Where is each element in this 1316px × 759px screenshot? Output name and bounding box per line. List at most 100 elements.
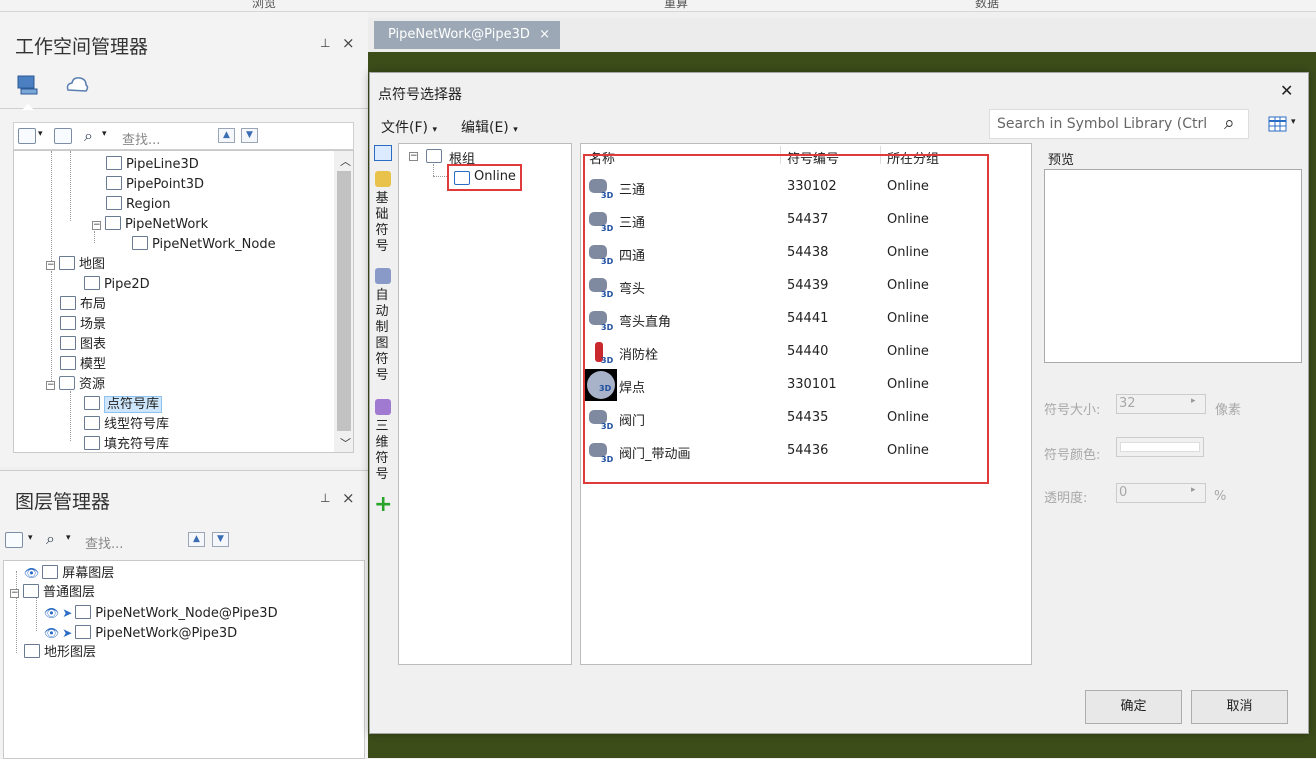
menu-edit[interactable]: 编辑(E) ▾ (461, 117, 518, 137)
layer-item[interactable]: 地形图层 (24, 643, 96, 663)
workspace-tab-icon[interactable] (16, 74, 40, 95)
collapse-icon[interactable]: − (46, 261, 55, 270)
size-spinner[interactable]: 32 ▸ (1116, 394, 1206, 414)
category-folder-icon[interactable] (374, 145, 392, 161)
ribbon-label-browse[interactable]: 浏览 (252, 0, 276, 11)
close-icon[interactable]: × (342, 34, 355, 52)
chevron-down-icon[interactable]: ▾ (66, 533, 71, 543)
column-name[interactable]: 名称 (589, 148, 615, 167)
tree-item[interactable]: 场景 (60, 315, 106, 335)
symbol-group: Online (887, 278, 929, 293)
layer-search-input[interactable]: 查找... (85, 533, 123, 552)
tab-basic-symbols[interactable]: 基础符号 (371, 191, 393, 255)
layer-item[interactable]: 👁 屏幕图层 (24, 563, 114, 583)
move-down-icon[interactable]: ▼ (241, 128, 258, 143)
symbol-row[interactable]: 3D 四通 54438 Online (581, 237, 1021, 270)
symbol-row[interactable]: 3D 弯头 54439 Online (581, 270, 1021, 303)
scroll-down-icon[interactable]: ﹀ (340, 435, 351, 451)
symbol-row[interactable]: 3D 消防栓 54440 Online (581, 336, 1021, 369)
move-up-icon[interactable]: ▲ (218, 128, 235, 143)
tree-item-label: 图表 (80, 337, 107, 352)
tree-item[interactable]: 点符号库 (84, 395, 163, 415)
tree-item[interactable]: − PipeNetWork (92, 215, 208, 235)
close-icon[interactable]: × (539, 21, 550, 49)
color-picker[interactable] (1116, 437, 1204, 457)
layer-item[interactable]: 👁 ➤ PipeNetWork_Node@Pipe3D (44, 603, 278, 623)
ok-button[interactable]: 确定 (1085, 690, 1182, 724)
move-up-icon[interactable]: ▲ (188, 532, 205, 547)
vertical-tab-label: 自动制图符号 (375, 288, 389, 383)
pin-icon[interactable]: ⊥ (320, 491, 330, 505)
column-code[interactable]: 符号编号 (787, 148, 839, 167)
online-group-item[interactable]: Online (447, 164, 522, 191)
tab-auto-mapping-symbols[interactable]: 自动制图符号 (371, 288, 393, 384)
scroll-up-icon[interactable]: ︿ (340, 153, 351, 169)
symbol-row[interactable]: 3D 阀门_带动画 54436 Online (581, 435, 1021, 468)
tree-item[interactable]: PipePoint3D (106, 175, 204, 195)
add-icon[interactable]: + (374, 494, 392, 516)
visibility-eye-icon[interactable]: 👁 (44, 606, 59, 620)
tree-item[interactable]: − 资源 (46, 375, 105, 395)
spinner-arrow-icon[interactable]: ▸ (1191, 396, 1196, 406)
tree-scrollbar[interactable]: ︿ ﹀ (334, 151, 353, 452)
symbol-row[interactable]: 3D 焊点 330101 Online (581, 369, 1021, 402)
spinner-arrow-icon[interactable]: ▸ (1191, 485, 1196, 495)
symbol-group-tree: − 根组 Online (398, 143, 572, 665)
visibility-eye-icon[interactable]: 👁 (44, 626, 59, 640)
menu-file[interactable]: 文件(F) ▾ (381, 117, 437, 137)
layer-icon (24, 644, 40, 658)
chevron-down-icon[interactable]: ▾ (38, 129, 43, 139)
cancel-button[interactable]: 取消 (1191, 690, 1288, 724)
visibility-eye-icon[interactable]: 👁 (24, 566, 39, 580)
search-icon[interactable]: ⌕ (46, 529, 55, 549)
grid-view-icon[interactable] (1268, 115, 1288, 133)
collapse-icon[interactable]: − (409, 152, 418, 161)
chevron-down-icon[interactable]: ▾ (28, 533, 33, 543)
symbol-row[interactable]: 3D 弯头直角 54441 Online (581, 303, 1021, 336)
tree-item[interactable]: 图表 (60, 335, 106, 355)
tree-item[interactable]: 布局 (60, 295, 106, 315)
column-group[interactable]: 所在分组 (887, 148, 939, 167)
layer-item[interactable]: − 普通图层 (10, 583, 95, 603)
tree-item[interactable]: PipeNetWork_Node (132, 235, 276, 255)
symbol-search-input[interactable]: Search in Symbol Library (Ctrl ⌕ (989, 109, 1249, 139)
tree-item-label: PipeNetWork_Node (152, 237, 276, 252)
chevron-down-icon[interactable]: ▾ (102, 129, 107, 139)
tree-item[interactable]: 线型符号库 (84, 415, 169, 435)
pin-icon[interactable]: ⊥ (320, 36, 330, 50)
layer-icon (23, 584, 39, 598)
move-down-icon[interactable]: ▼ (212, 532, 229, 547)
layer-item[interactable]: 👁 ➤ PipeNetWork@Pipe3D (44, 623, 237, 643)
symbol-row[interactable]: 3D 三通 54437 Online (581, 204, 1021, 237)
chevron-down-icon[interactable]: ▾ (1291, 117, 1296, 127)
close-icon[interactable]: × (342, 489, 355, 507)
tree-item[interactable]: Pipe2D (84, 275, 150, 295)
close-icon[interactable]: ✕ (1280, 81, 1293, 100)
collapse-icon[interactable]: − (46, 381, 55, 390)
view-icon[interactable] (18, 128, 36, 144)
tab-3d-symbols[interactable]: 三维符号 (371, 419, 393, 483)
search-icon[interactable]: ⌕ (1224, 112, 1235, 134)
tab-pipenetwork-map[interactable]: PipeNetWork@Pipe3D × (374, 21, 560, 49)
symbol-row[interactable]: 3D 阀门 54435 Online (581, 402, 1021, 435)
ribbon-label-data[interactable]: 数据 (975, 0, 999, 11)
auto-mapping-icon (375, 268, 391, 284)
workspace-search-input[interactable]: 查找... (122, 129, 160, 148)
tree-item[interactable]: 模型 (60, 355, 106, 375)
selectable-icon[interactable]: ➤ (62, 626, 72, 640)
ribbon-label-recalc[interactable]: 重算 (664, 0, 688, 11)
cloud-data-icon[interactable] (64, 74, 90, 94)
tree-item[interactable]: − 地图 (46, 255, 105, 275)
selectable-icon[interactable]: ➤ (62, 606, 72, 620)
tree-item[interactable]: Region (106, 195, 171, 215)
opacity-spinner[interactable]: 0 ▸ (1116, 483, 1206, 503)
scroll-thumb[interactable] (337, 171, 351, 431)
open-icon[interactable] (54, 128, 72, 144)
add-layer-icon[interactable] (5, 532, 23, 548)
search-icon[interactable]: ⌕ (84, 126, 93, 146)
collapse-icon[interactable]: − (10, 589, 19, 598)
tree-item[interactable]: PipeLine3D (106, 155, 199, 175)
collapse-icon[interactable]: − (92, 221, 101, 230)
symbol-row[interactable]: 3D 三通 330102 Online (581, 171, 1021, 204)
tree-item[interactable]: 填充符号库 (84, 435, 169, 452)
